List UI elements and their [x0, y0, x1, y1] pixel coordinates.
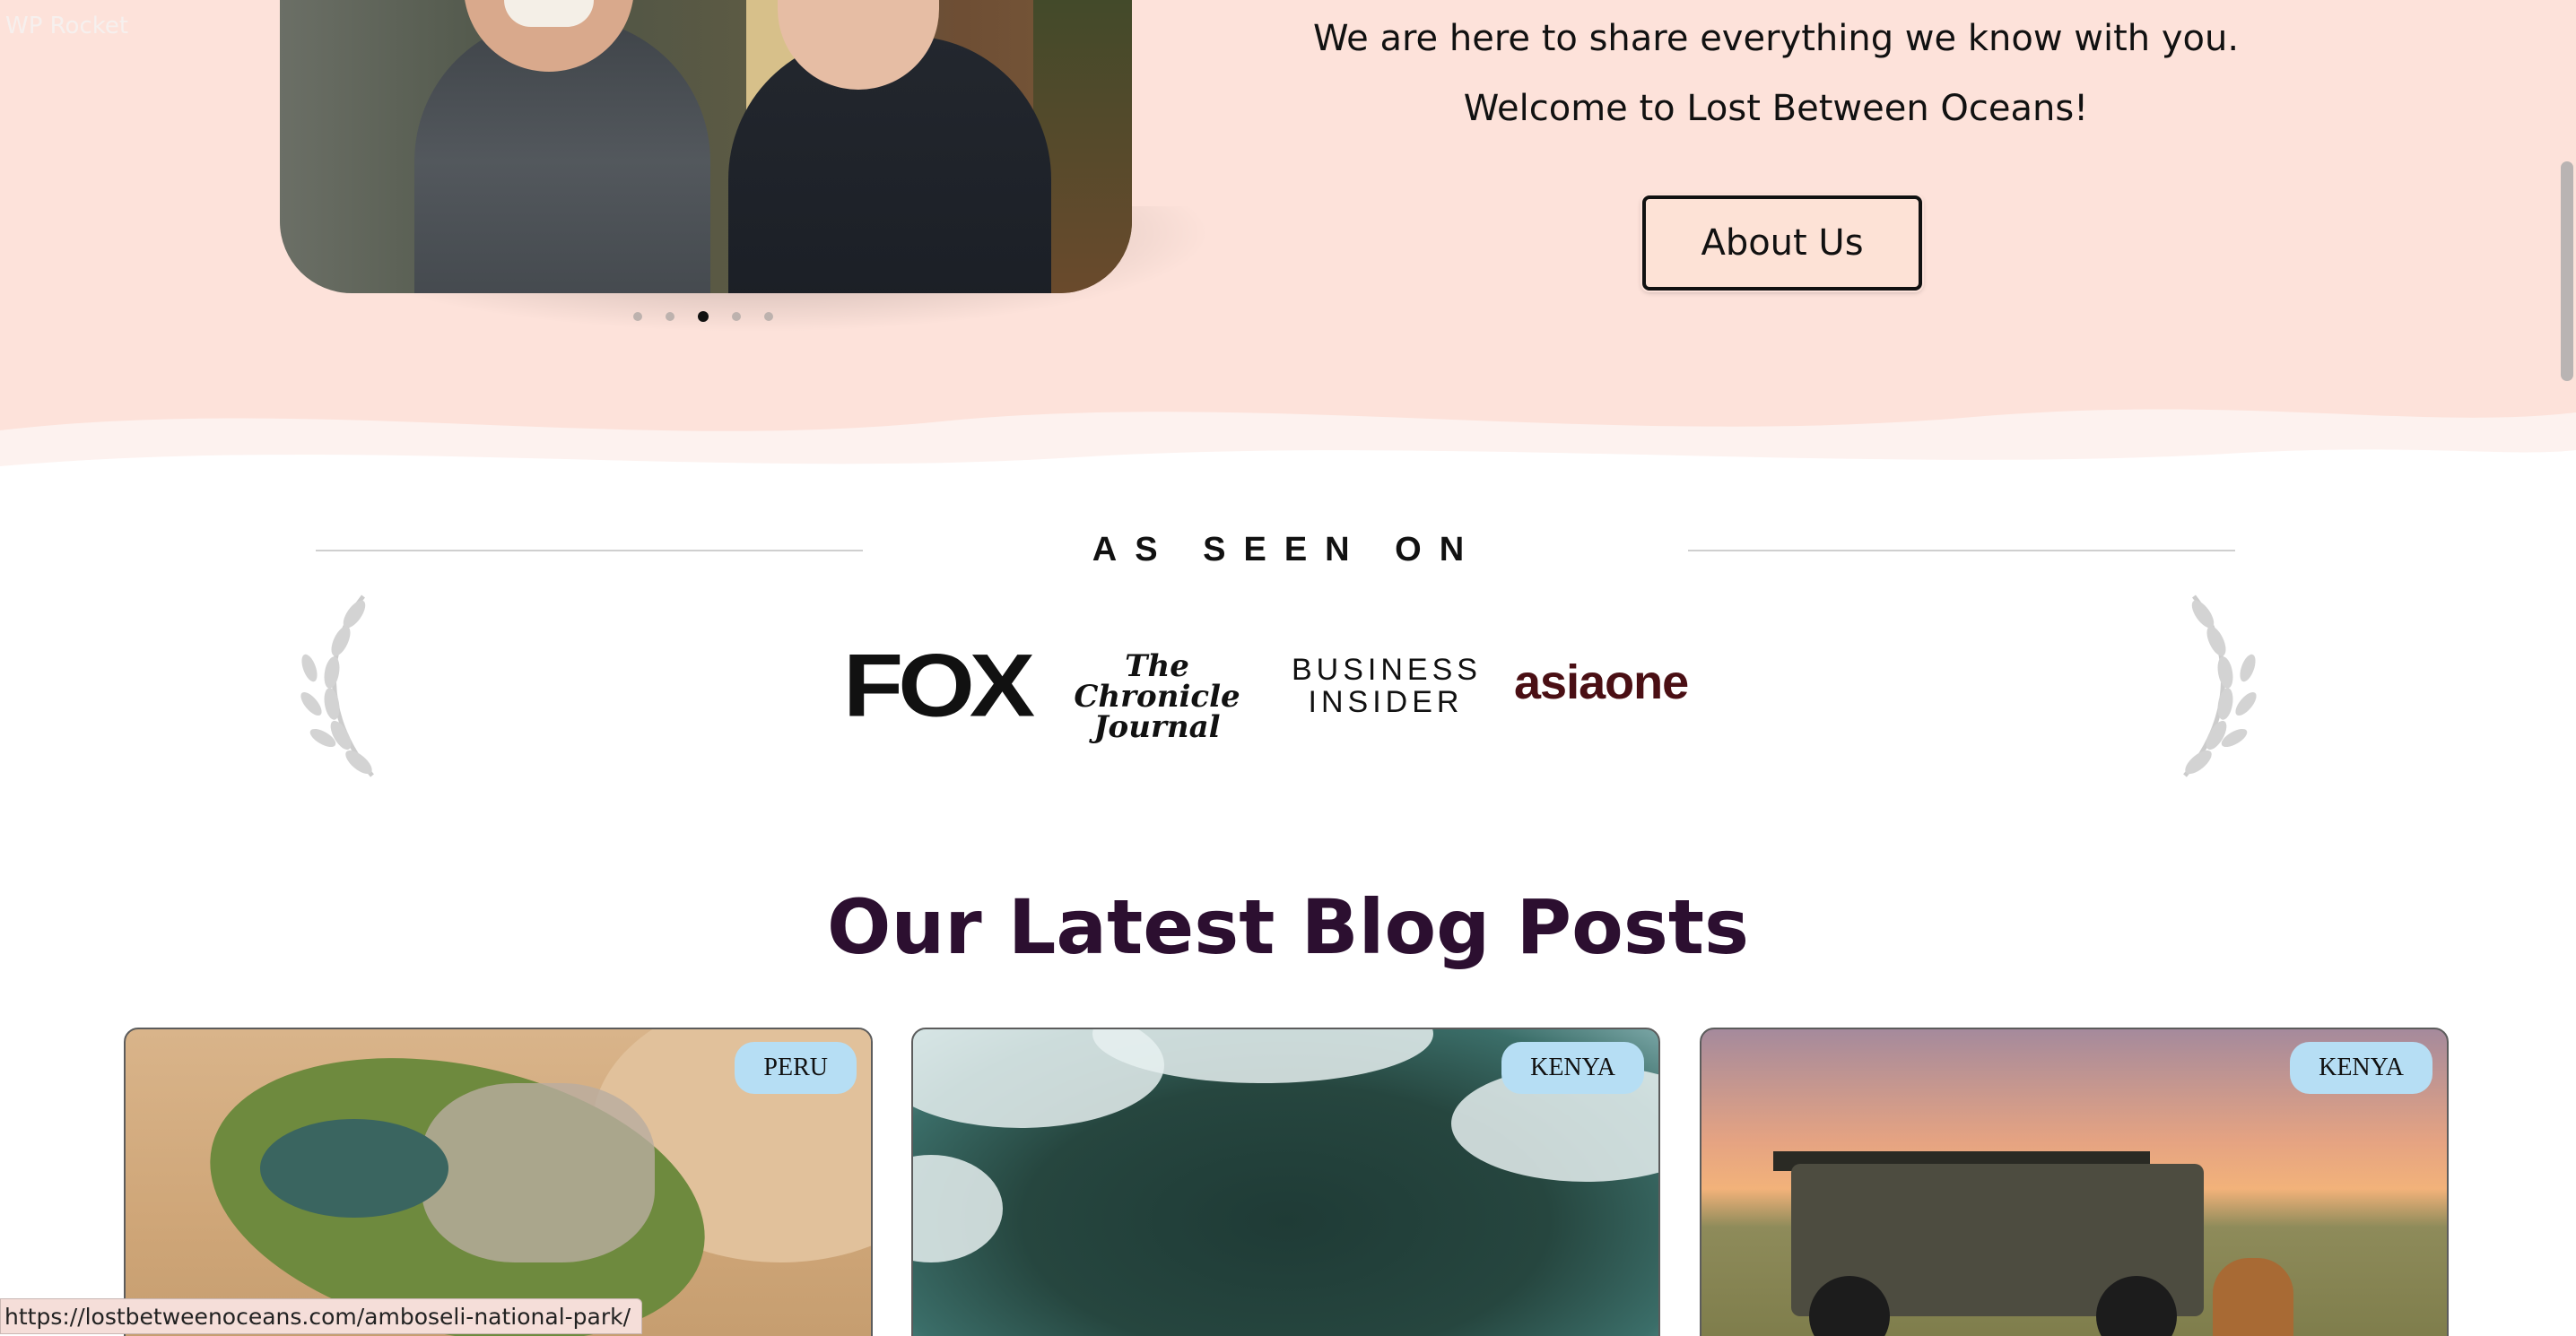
wp-rocket-label: WP Rocket — [5, 13, 129, 39]
seen-on-rule-left — [316, 550, 863, 551]
slider-dot[interactable] — [698, 311, 709, 322]
chronicle-logo-line1: The Chronicle — [1074, 648, 1240, 715]
intro-line-2: Welcome to Lost Between Oceans! — [1463, 88, 2089, 129]
seen-on-rule-right — [1688, 550, 2235, 551]
bi-logo-line2: INSIDER — [1308, 684, 1464, 719]
category-tag[interactable]: KENYA — [2290, 1042, 2432, 1094]
card-image-cloud — [913, 1155, 1003, 1262]
slider-dot[interactable] — [732, 312, 741, 321]
card-image-lion — [2213, 1258, 2293, 1336]
slider-dots — [633, 311, 773, 322]
about-us-button[interactable]: About Us — [1642, 195, 1922, 291]
laurel-left-icon — [300, 594, 374, 777]
chronicle-logo-line2: Journal — [1093, 709, 1221, 745]
business-insider-logo: BUSINESS INSIDER — [1292, 653, 1482, 719]
blog-card-kenya-crater[interactable]: KENYA — [911, 1028, 1660, 1336]
latest-posts-heading: Our Latest Blog Posts — [827, 883, 1749, 971]
category-tag[interactable]: PERU — [735, 1042, 857, 1094]
asiaone-logo: asiaone — [1514, 655, 1689, 709]
slider-dot[interactable] — [633, 312, 642, 321]
blog-card-kenya-safari[interactable]: KENYA — [1700, 1028, 2449, 1336]
card-image-town — [422, 1083, 655, 1262]
laurel-right-icon — [2183, 594, 2257, 777]
press-logos: FOX The Chronicle Journal BUSINESS INSID… — [843, 628, 1704, 742]
slider-dot[interactable] — [764, 312, 773, 321]
as-seen-on-heading: AS SEEN ON — [1092, 531, 1483, 568]
hero-wave-divider — [0, 368, 2576, 502]
link-status-bar: https://lostbetweenoceans.com/amboseli-n… — [0, 1298, 643, 1334]
photo-smile — [504, 0, 594, 27]
blog-card-peru[interactable]: PERU — [124, 1028, 873, 1336]
slider-dot[interactable] — [666, 312, 674, 321]
couple-photo — [280, 0, 1132, 293]
intro-text: We are here to share everything we know … — [1238, 18, 2314, 129]
chronicle-journal-logo: The Chronicle Journal — [1067, 651, 1247, 742]
page-scrollbar-thumb[interactable] — [2561, 161, 2573, 381]
card-image-lake — [260, 1119, 448, 1218]
fox-logo: FOX — [843, 636, 1035, 735]
bi-logo-line1: BUSINESS — [1292, 653, 1482, 687]
category-tag[interactable]: KENYA — [1501, 1042, 1644, 1094]
intro-line-1: We are here to share everything we know … — [1312, 18, 2240, 59]
hero-slider[interactable] — [262, 0, 1266, 350]
